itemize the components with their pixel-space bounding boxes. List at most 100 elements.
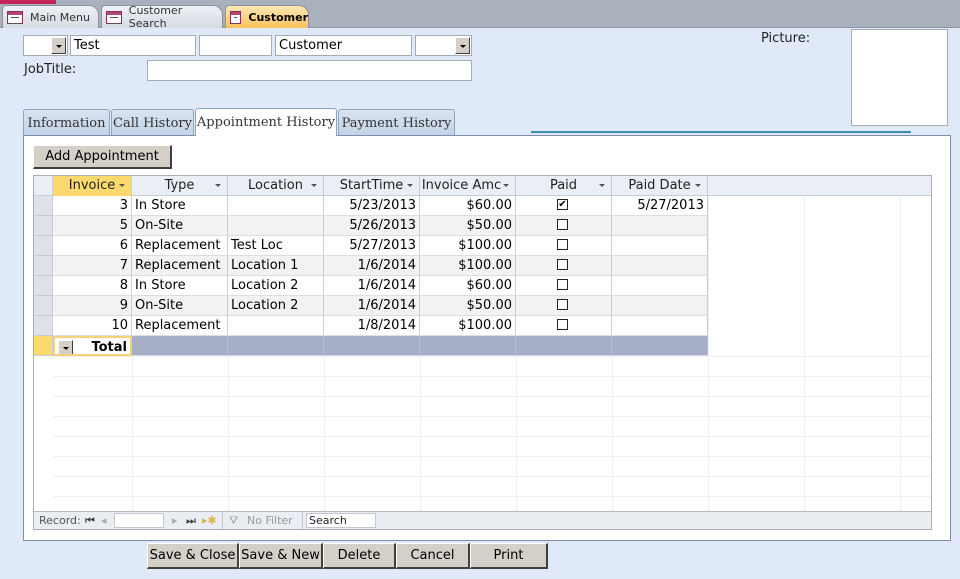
cell-starttime[interactable]: 5/27/2013 [324,236,420,256]
cell-starttime[interactable]: 1/6/2014 [324,256,420,276]
chevron-down-icon[interactable] [119,184,125,187]
cell-location[interactable] [228,216,324,236]
cell-location[interactable]: Location 2 [228,296,324,316]
chevron-down-icon[interactable] [455,37,470,54]
record-number-input[interactable] [114,513,164,528]
column-header-paid[interactable]: Paid [516,176,612,196]
row-selector[interactable] [34,256,53,276]
cell-invoice-amount[interactable]: $100.00 [420,236,516,256]
chevron-down-icon[interactable] [695,184,701,187]
total-cell-invoice-amount[interactable] [420,336,516,356]
cell-location[interactable]: Location 2 [228,276,324,296]
row-selector[interactable] [34,276,53,296]
cell-invoice[interactable]: 10 [53,316,132,336]
delete-button[interactable]: Delete [323,543,396,569]
column-header-type[interactable]: Type [132,176,228,196]
cell-invoice[interactable]: 3 [53,196,132,216]
checkbox-checked[interactable]: ✔ [557,199,568,210]
cell-paid-date[interactable] [612,316,708,336]
cell-type[interactable]: In Store [132,276,228,296]
first-name-field[interactable]: Test [70,35,196,56]
total-cell-type[interactable] [132,336,228,356]
doc-tab-customer[interactable]: Customer [225,5,309,28]
cell-paid-date[interactable] [612,276,708,296]
total-cell-paid-date[interactable] [612,336,708,356]
cell-paid[interactable] [516,276,612,296]
filter-icon[interactable]: ⛛ [229,514,238,528]
column-header-invoice[interactable]: Invoice [53,176,132,196]
tab-call-history[interactable]: Call History [111,109,194,136]
checkbox[interactable] [557,279,568,290]
cell-invoice-amount[interactable]: $100.00 [420,316,516,336]
row-selector[interactable] [34,336,53,356]
column-header-paid-date[interactable]: Paid Date [612,176,708,196]
cell-type[interactable]: On-Site [132,296,228,316]
column-header-invoice-amount[interactable]: Invoice Amc [420,176,516,196]
cell-location[interactable] [228,316,324,336]
checkbox[interactable] [557,299,568,310]
cell-invoice-amount[interactable]: $60.00 [420,276,516,296]
title-combo[interactable] [23,35,68,56]
search-input[interactable]: Search [306,513,376,528]
new-record-icon[interactable]: ▸✱ [202,514,217,527]
save-new-button[interactable]: Save & New [239,543,323,569]
column-header-starttime[interactable]: StartTime [324,176,420,196]
column-header-location[interactable]: Location [228,176,324,196]
cell-invoice[interactable]: 5 [53,216,132,236]
chevron-down-icon[interactable] [311,184,317,187]
row-selector[interactable] [34,236,53,256]
total-cell[interactable]: Total [53,336,132,356]
total-cell-starttime[interactable] [324,336,420,356]
chevron-down-icon[interactable] [51,37,66,54]
checkbox[interactable] [557,239,568,250]
cell-paid[interactable] [516,236,612,256]
last-record-icon[interactable]: ⏭ [186,514,196,528]
middle-name-field[interactable] [199,35,272,56]
cell-paid-date[interactable] [612,296,708,316]
cell-starttime[interactable]: 1/8/2014 [324,316,420,336]
add-appointment-button[interactable]: Add Appointment [33,145,172,169]
tab-payment-history[interactable]: Payment History [338,109,455,136]
cell-starttime[interactable]: 5/23/2013 [324,196,420,216]
picture-box[interactable] [851,29,948,126]
jobtitle-field[interactable] [147,60,472,81]
no-filter-button[interactable]: No Filter [247,514,293,527]
cell-invoice[interactable]: 9 [53,296,132,316]
chevron-down-icon[interactable] [407,184,413,187]
cell-location[interactable]: Test Loc [228,236,324,256]
cell-paid[interactable] [516,316,612,336]
total-cell-location[interactable] [228,336,324,356]
cell-paid[interactable] [516,256,612,276]
row-selector[interactable] [34,216,53,236]
cell-type[interactable]: On-Site [132,216,228,236]
row-selector[interactable] [34,316,53,336]
chevron-down-icon[interactable] [599,184,605,187]
cell-paid[interactable] [516,296,612,316]
cancel-button[interactable]: Cancel [396,543,470,569]
print-button[interactable]: Print [470,543,548,569]
cell-type[interactable]: Replacement [132,316,228,336]
cell-paid-date[interactable] [612,216,708,236]
cell-location[interactable]: Location 1 [228,256,324,276]
cell-invoice-amount[interactable]: $60.00 [420,196,516,216]
tab-appointment-history[interactable]: Appointment History [195,108,337,136]
doc-tab-customer-search[interactable]: Customer Search [101,4,223,30]
chevron-down-icon[interactable] [58,340,73,354]
tab-information[interactable]: Information [23,109,110,136]
cell-paid-date[interactable]: 5/27/2013 [612,196,708,216]
checkbox[interactable] [557,319,568,330]
chevron-down-icon[interactable] [215,184,221,187]
cell-starttime[interactable]: 1/6/2014 [324,296,420,316]
first-record-icon[interactable]: ⏮ [85,514,95,528]
cell-starttime[interactable]: 5/26/2013 [324,216,420,236]
checkbox[interactable] [557,219,568,230]
cell-starttime[interactable]: 1/6/2014 [324,276,420,296]
cell-type[interactable]: In Store [132,196,228,216]
cell-paid[interactable]: ✔ [516,196,612,216]
cell-paid[interactable] [516,216,612,236]
cell-invoice-amount[interactable]: $50.00 [420,216,516,236]
cell-paid-date[interactable] [612,236,708,256]
row-selector[interactable] [34,196,53,216]
cell-invoice[interactable]: 8 [53,276,132,296]
next-record-icon[interactable]: ▸ [172,514,178,527]
